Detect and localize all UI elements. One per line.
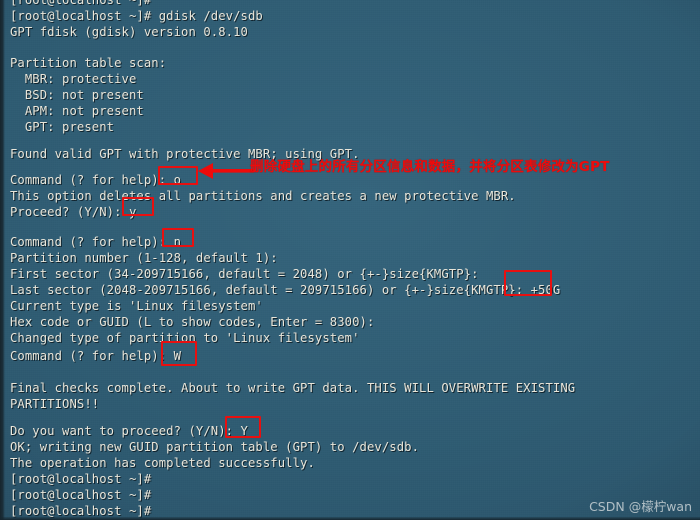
terminal-line: GPT fdisk (gdisk) version 0.8.10 [10,25,248,39]
terminal-line: Command (? for help): n [10,235,182,249]
terminal-line: Last sector (2048-209715166, default = 2… [10,283,561,297]
annotation-note-text: 删除硬盘上的所有分区信息和数据，并将分区表修改为GPT [250,159,610,175]
terminal-window[interactable]: [root@localhost ~]# [root@localhost ~]# … [0,0,700,520]
terminal-line: Command (? for help): W [10,349,182,363]
terminal-line: Command (? for help): o [10,173,182,187]
terminal-line: This option deletes all partitions and c… [10,189,516,203]
terminal-line: [root@localhost ~]# [10,472,159,486]
terminal-line: Current type is 'Linux filesystem' [10,299,263,313]
terminal-line: MBR: protective [10,72,137,86]
terminal-line: Partition number (1-128, default 1): [10,251,286,265]
terminal-line: Do you want to proceed? (Y/N): Y [10,424,248,438]
left-edge-strip [0,0,5,520]
terminal-line: First sector (34-209715166, default = 20… [10,267,486,281]
terminal-line: GPT: present [10,120,115,134]
terminal-line: [root@localhost ~]# [10,504,159,518]
terminal-line: [root@localhost ~]# [10,488,159,502]
terminal-line: Partition table scan: [10,56,167,70]
terminal-line: Proceed? (Y/N): y [10,205,137,219]
terminal-line: Final checks complete. About to write GP… [10,381,576,395]
terminal-line: Hex code or GUID (L to show codes, Enter… [10,315,382,329]
left-arrow-icon [198,163,254,179]
terminal-line: OK; writing new GUID partition table (GP… [10,440,420,454]
watermark: CSDN @檬柠wan [589,498,692,514]
terminal-line: Changed type of partition to 'Linux file… [10,331,360,345]
terminal-line: The operation has completed successfully… [10,456,315,470]
terminal-line: BSD: not present [10,88,144,102]
terminal-line: APM: not present [10,104,144,118]
terminal-line: [root@localhost ~]# gdisk /dev/sdb [10,9,263,23]
terminal-line: PARTITIONS!! [10,397,100,411]
